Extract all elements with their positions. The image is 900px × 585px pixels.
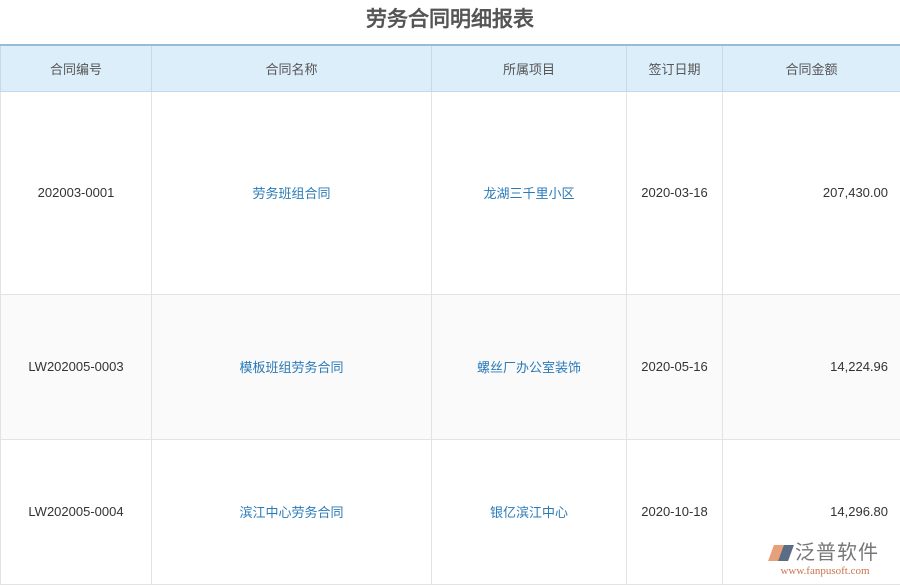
logo-name: 泛普软件 bbox=[795, 542, 879, 564]
contract-code: LW202005-0004 bbox=[1, 439, 152, 584]
header-code[interactable]: 合同编号 bbox=[1, 45, 152, 91]
table-row: LW202005-0003 模板班组劳务合同 螺丝厂办公室装饰 2020-05-… bbox=[1, 294, 900, 439]
project-link[interactable]: 龙湖三千里小区 bbox=[432, 91, 627, 294]
sign-date: 2020-03-16 bbox=[627, 91, 723, 294]
contract-amount: 14,224.96 bbox=[723, 294, 900, 439]
contract-code: LW202005-0003 bbox=[1, 294, 152, 439]
header-amount[interactable]: 合同金额 bbox=[723, 45, 900, 91]
contract-name-link[interactable]: 模板班组劳务合同 bbox=[152, 294, 432, 439]
project-link[interactable]: 银亿滨江中心 bbox=[432, 439, 627, 584]
contract-name-link[interactable]: 劳务班组合同 bbox=[152, 91, 432, 294]
sign-date: 2020-05-16 bbox=[627, 294, 723, 439]
header-date[interactable]: 签订日期 bbox=[627, 45, 723, 91]
sign-date: 2020-10-18 bbox=[627, 439, 723, 584]
contract-code: 202003-0001 bbox=[1, 91, 152, 294]
header-row: 合同编号 合同名称 所属项目 签订日期 合同金额 bbox=[1, 45, 900, 91]
fanpu-logo: 泛普软件 www.fanpusoft.com bbox=[760, 536, 890, 577]
page-title: 劳务合同明细报表 bbox=[0, 0, 900, 44]
logo-mark-icon bbox=[768, 545, 794, 561]
contract-table: 合同编号 合同名称 所属项目 签订日期 合同金额 202003-0001 劳务班… bbox=[0, 44, 900, 585]
contract-name-link[interactable]: 滨江中心劳务合同 bbox=[152, 439, 432, 584]
table-row: 202003-0001 劳务班组合同 龙湖三千里小区 2020-03-16 20… bbox=[1, 91, 900, 294]
logo-url: www.fanpusoft.com bbox=[760, 565, 890, 577]
contract-amount: 207,430.00 bbox=[723, 91, 900, 294]
header-project[interactable]: 所属项目 bbox=[432, 45, 627, 91]
project-link[interactable]: 螺丝厂办公室装饰 bbox=[432, 294, 627, 439]
header-name[interactable]: 合同名称 bbox=[152, 45, 432, 91]
